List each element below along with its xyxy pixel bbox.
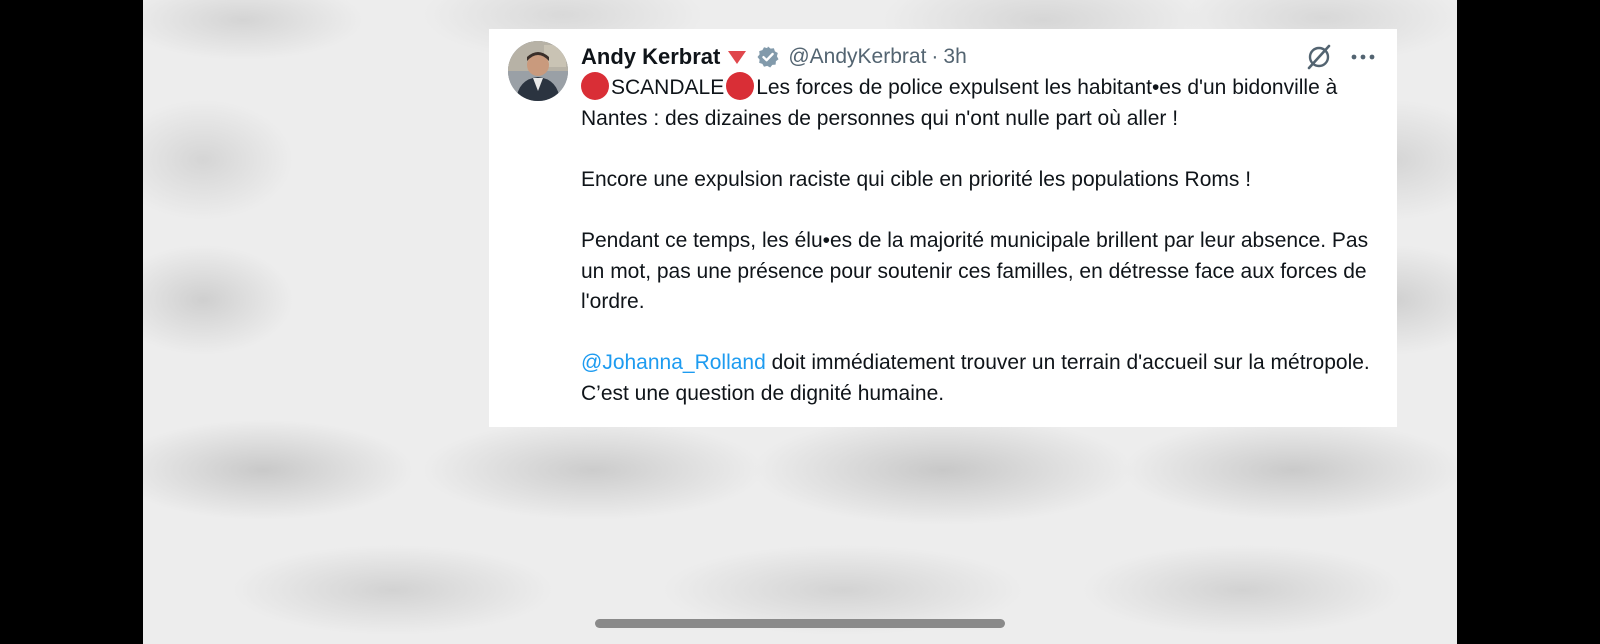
more-icon[interactable] [1349, 43, 1377, 71]
avatar[interactable] [508, 41, 568, 101]
tweet-paragraph: SCANDALE Les forces de police expulsent l… [581, 72, 1381, 134]
tweet-card[interactable]: Andy Kerbrat @AndyKerbrat · 3h SCANDALE … [489, 29, 1397, 427]
mention-link[interactable]: @Johanna_Rolland [581, 351, 766, 374]
tweet-paragraph: Pendant ce temps, les élu•es de la major… [581, 228, 1369, 314]
header-separator: · [931, 45, 939, 68]
scandale-word: SCANDALE [611, 76, 725, 99]
home-indicator[interactable] [595, 619, 1005, 628]
red-circle-icon [726, 72, 755, 100]
grok-icon[interactable] [1305, 43, 1333, 71]
tweet-header: Andy Kerbrat @AndyKerbrat · 3h [581, 43, 967, 71]
red-triangle-down-icon [728, 50, 747, 64]
author-name[interactable]: Andy Kerbrat [581, 44, 720, 70]
blurred-background: Andy Kerbrat @AndyKerbrat · 3h SCANDALE … [143, 0, 1457, 644]
tweet-paragraph: @Johanna_Rolland doit immédiatement trou… [581, 348, 1381, 409]
tweet-paragraph: Encore une expulsion raciste qui cible e… [581, 167, 1252, 191]
author-handle[interactable]: @AndyKerbrat [788, 45, 926, 69]
tweet-timestamp[interactable]: 3h [943, 45, 966, 69]
tweet-actions [1305, 43, 1377, 71]
red-circle-icon [581, 72, 609, 100]
verified-badge-icon [756, 45, 780, 69]
tweet-text: SCANDALE Les forces de police expulsent l… [581, 72, 1381, 410]
